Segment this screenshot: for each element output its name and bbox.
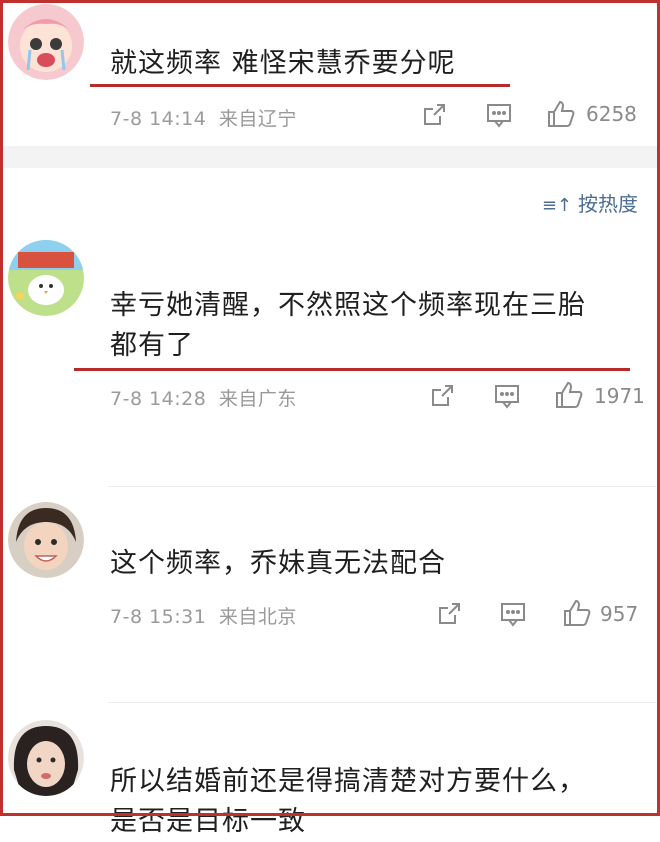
comment-icon[interactable] <box>485 101 513 129</box>
sort-icon: ≡↑ <box>541 195 572 216</box>
comment-location: 来自辽宁 <box>218 108 297 130</box>
divider <box>108 486 656 487</box>
comment-time: 7-8 15:31 <box>110 606 207 628</box>
avatar[interactable] <box>8 720 84 796</box>
comment-time: 7-8 14:14 <box>110 108 207 130</box>
share-icon[interactable] <box>420 101 448 129</box>
comment-meta: 7-8 14:28 来自广东 <box>110 384 297 411</box>
comment-meta: 7-8 14:14 来自辽宁 <box>110 104 297 131</box>
comment-meta: 7-8 15:31 来自北京 <box>110 602 297 629</box>
sort-by-hot-button[interactable]: ≡↑ 按热度 <box>542 188 638 217</box>
comment-location: 来自广东 <box>218 388 297 410</box>
comment-text-line: 都有了 <box>110 330 194 361</box>
comment-text-line: 所以结婚前还是得搞清楚对方要什么， <box>110 766 586 797</box>
comment-time: 7-8 14:28 <box>110 388 207 410</box>
like-count: 6258 <box>586 102 637 126</box>
like-icon[interactable] <box>562 598 592 628</box>
share-icon[interactable] <box>428 382 456 410</box>
sort-label: 按热度 <box>578 192 638 216</box>
comment-location: 来自北京 <box>218 606 297 628</box>
share-icon[interactable] <box>435 600 463 628</box>
comment-text-line: 就这频率 难怪宋慧乔要分呢 <box>110 48 456 79</box>
comment-text-line: 幸亏她清醒，不然照这个频率现在三胎 <box>110 290 586 321</box>
like-count: 1971 <box>594 384 645 408</box>
avatar[interactable] <box>8 4 84 80</box>
avatar[interactable] <box>8 502 84 578</box>
like-icon[interactable] <box>546 99 576 129</box>
comment-text-line: 是否是目标一致 <box>110 806 306 837</box>
avatar[interactable] <box>8 240 84 316</box>
comment-icon[interactable] <box>493 382 521 410</box>
comment-text-line: 这个频率，乔妹真无法配合 <box>110 548 446 579</box>
comment-text: 这个频率，乔妹真无法配合 <box>110 544 446 584</box>
highlight-underline <box>74 368 630 371</box>
comment-text: 所以结婚前还是得搞清楚对方要什么， 是否是目标一致 <box>110 762 586 842</box>
like-count: 957 <box>600 602 639 626</box>
highlight-underline <box>90 84 510 87</box>
comment-icon[interactable] <box>499 600 527 628</box>
section-separator <box>3 146 657 168</box>
comment-text: 幸亏她清醒，不然照这个频率现在三胎 都有了 <box>110 286 586 366</box>
like-icon[interactable] <box>554 380 584 410</box>
divider <box>108 702 656 703</box>
comment-text: 就这频率 难怪宋慧乔要分呢 <box>110 44 456 84</box>
